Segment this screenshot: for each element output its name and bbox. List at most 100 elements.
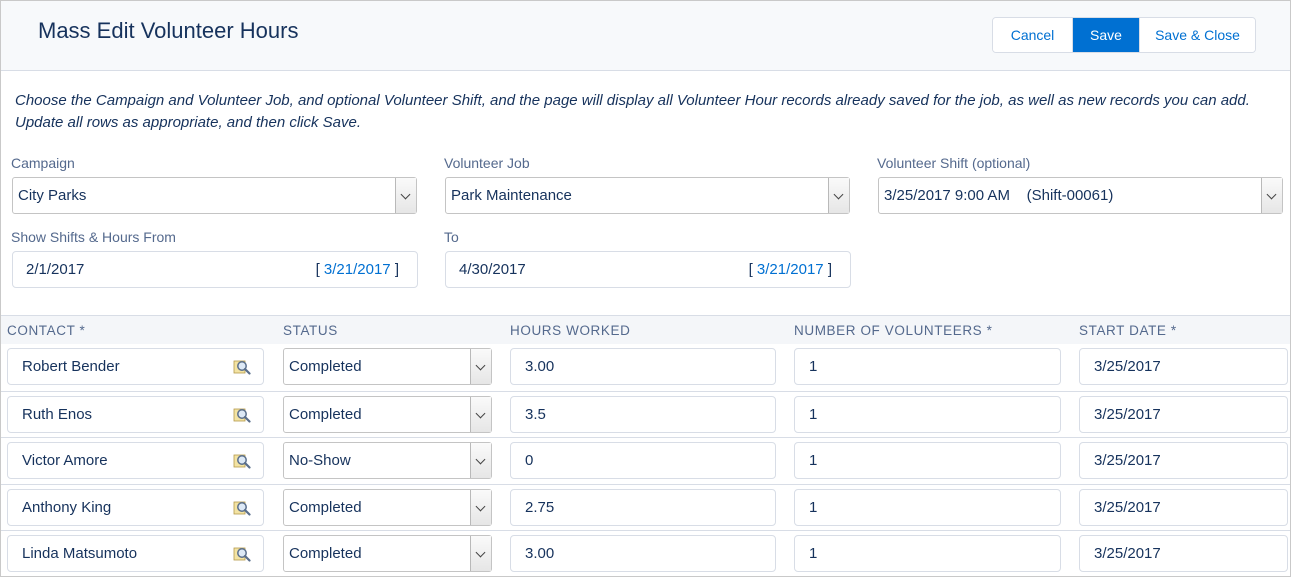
hours-worked-input[interactable]: 3.00 [510, 535, 776, 572]
chevron-down-icon[interactable] [470, 443, 491, 478]
hours-value: 0 [525, 452, 534, 469]
contact-lookup-field[interactable]: Anthony King [7, 489, 264, 526]
chevron-down-icon[interactable] [470, 349, 491, 384]
magnifier-lookup-icon[interactable] [233, 406, 251, 424]
hours-worked-input[interactable]: 3.00 [510, 348, 776, 385]
chevron-down-icon[interactable] [1261, 178, 1282, 213]
contact-lookup-field[interactable]: Ruth Enos [7, 396, 264, 433]
hours-value: 3.00 [525, 358, 555, 375]
contact-value: Anthony King [22, 499, 112, 516]
hours-value: 3.5 [525, 406, 546, 423]
from-today-link[interactable]: 3/21/2017 [324, 261, 391, 278]
number-of-volunteers-input[interactable]: 1 [794, 535, 1061, 572]
status-select[interactable]: Completed [283, 348, 492, 385]
campaign-label: Campaign [11, 155, 75, 171]
from-date-label: Show Shifts & Hours From [11, 229, 176, 245]
chevron-down-icon[interactable] [470, 490, 491, 525]
status-value: Completed [289, 499, 362, 516]
table-row: Robert Bender Completed 3.00 1 3/25/2017 [1, 344, 1290, 390]
volunteers-value: 1 [809, 545, 818, 562]
hours-worked-input[interactable]: 0 [510, 442, 776, 479]
status-value: Completed [289, 545, 362, 562]
save-and-close-button[interactable]: Save & Close [1139, 18, 1255, 52]
contact-value: Robert Bender [22, 358, 120, 375]
volunteer-job-label: Volunteer Job [444, 155, 530, 171]
start-date-input[interactable]: 3/25/2017 [1079, 442, 1288, 479]
status-select[interactable]: Completed [283, 489, 492, 526]
volunteer-shift-label: Volunteer Shift (optional) [877, 155, 1031, 171]
status-select[interactable]: Completed [283, 396, 492, 433]
column-header-start-date: START DATE * [1079, 323, 1177, 338]
column-header-status: STATUS [283, 323, 338, 338]
volunteers-value: 1 [809, 499, 818, 516]
hours-worked-input[interactable]: 2.75 [510, 489, 776, 526]
volunteer-job-value: Park Maintenance [451, 187, 572, 204]
page-title: Mass Edit Volunteer Hours [38, 18, 299, 43]
status-value: Completed [289, 406, 362, 423]
instructions-line-1: Choose the Campaign and Volunteer Job, a… [15, 92, 1250, 109]
number-of-volunteers-input[interactable]: 1 [794, 489, 1061, 526]
bracket-close: ] [823, 261, 832, 278]
volunteers-value: 1 [809, 406, 818, 423]
start-date-input[interactable]: 3/25/2017 [1079, 535, 1288, 572]
start-date-value: 3/25/2017 [1094, 545, 1161, 562]
contact-value: Linda Matsumoto [22, 545, 138, 562]
bracket-open: [ [748, 261, 757, 278]
from-date-input[interactable]: 2/1/2017 [ 3/21/2017 ] [12, 251, 418, 288]
volunteer-job-select[interactable]: Park Maintenance [445, 177, 850, 214]
cancel-button[interactable]: Cancel [993, 18, 1073, 52]
number-of-volunteers-input[interactable]: 1 [794, 442, 1061, 479]
contact-lookup-field[interactable]: Robert Bender [7, 348, 264, 385]
chevron-down-icon[interactable] [395, 178, 416, 213]
volunteer-shift-select[interactable]: 3/25/2017 9:00 AM (Shift-00061) [878, 177, 1283, 214]
page-header: Mass Edit Volunteer Hours Cancel Save Sa… [1, 1, 1290, 71]
to-date-label: To [444, 229, 459, 245]
start-date-input[interactable]: 3/25/2017 [1079, 348, 1288, 385]
start-date-input[interactable]: 3/25/2017 [1079, 396, 1288, 433]
chevron-down-icon[interactable] [828, 178, 849, 213]
table-row: Linda Matsumoto Completed 3.00 1 3/25/2017 [1, 530, 1290, 576]
volunteer-shift-value: 3/25/2017 9:00 AM (Shift-00061) [884, 187, 1114, 204]
hours-value: 2.75 [525, 499, 555, 516]
bracket-close: ] [390, 261, 399, 278]
status-value: No-Show [289, 452, 351, 469]
table-row: Ruth Enos Completed 3.5 1 3/25/2017 [1, 391, 1290, 437]
magnifier-lookup-icon[interactable] [233, 545, 251, 563]
start-date-value: 3/25/2017 [1094, 406, 1161, 423]
status-select[interactable]: No-Show [283, 442, 492, 479]
start-date-value: 3/25/2017 [1094, 499, 1161, 516]
contact-lookup-field[interactable]: Victor Amore [7, 442, 264, 479]
contact-value: Ruth Enos [22, 406, 93, 423]
start-date-input[interactable]: 3/25/2017 [1079, 489, 1288, 526]
volunteers-value: 1 [809, 358, 818, 375]
start-date-value: 3/25/2017 [1094, 358, 1161, 375]
campaign-value: City Parks [18, 187, 87, 204]
to-date-value: 4/30/2017 [459, 261, 526, 278]
number-of-volunteers-input[interactable]: 1 [794, 396, 1061, 433]
to-date-input[interactable]: 4/30/2017 [ 3/21/2017 ] [445, 251, 851, 288]
from-date-value: 2/1/2017 [26, 261, 85, 278]
status-select[interactable]: Completed [283, 535, 492, 572]
campaign-select[interactable]: City Parks [12, 177, 417, 214]
save-button[interactable]: Save [1073, 18, 1139, 52]
table-row: Victor Amore No-Show 0 1 3/25/2017 [1, 437, 1290, 483]
status-value: Completed [289, 358, 362, 375]
number-of-volunteers-input[interactable]: 1 [794, 348, 1061, 385]
from-today-shortcut: [ 3/21/2017 ] [316, 261, 399, 278]
chevron-down-icon[interactable] [470, 536, 491, 571]
magnifier-lookup-icon[interactable] [233, 499, 251, 517]
contact-lookup-field[interactable]: Linda Matsumoto [7, 535, 264, 572]
instructions-line-2: Update all rows as appropriate, and then… [15, 114, 362, 131]
magnifier-lookup-icon[interactable] [233, 452, 251, 470]
to-today-shortcut: [ 3/21/2017 ] [749, 261, 832, 278]
hours-worked-input[interactable]: 3.5 [510, 396, 776, 433]
contact-value: Victor Amore [22, 452, 108, 469]
to-today-link[interactable]: 3/21/2017 [757, 261, 824, 278]
start-date-value: 3/25/2017 [1094, 452, 1161, 469]
chevron-down-icon[interactable] [470, 397, 491, 432]
mass-edit-page: Mass Edit Volunteer Hours Cancel Save Sa… [0, 0, 1291, 577]
column-header-contact: CONTACT * [7, 323, 86, 338]
instructions-text: Choose the Campaign and Volunteer Job, a… [15, 90, 1285, 134]
magnifier-lookup-icon[interactable] [233, 358, 251, 376]
column-header-hours: HOURS WORKED [510, 323, 631, 338]
